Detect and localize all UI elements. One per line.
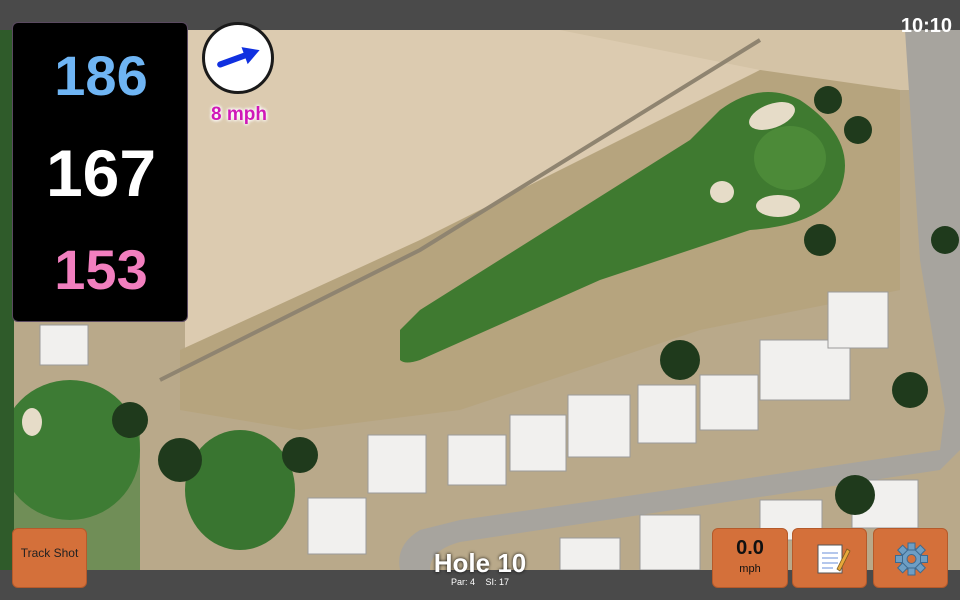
notes-button[interactable]	[792, 528, 867, 588]
wind-button-unit: mph	[739, 563, 761, 575]
gear-icon	[895, 542, 928, 576]
hole-info: Par: 4 SI: 17	[430, 577, 530, 587]
notepad-icon	[817, 544, 851, 574]
arrow-right-icon	[217, 47, 260, 68]
front-distance: 153	[54, 238, 148, 301]
wind-indicator[interactable]	[202, 22, 274, 94]
wind-button-value: 0.0	[736, 537, 764, 559]
settings-button[interactable]	[873, 528, 948, 588]
wind-speed-label: 8 mph	[211, 104, 267, 125]
hole-title: Hole 10	[433, 548, 527, 578]
track-shot-button[interactable]: Track Shot	[12, 528, 87, 588]
middle-distance: 167	[45, 136, 157, 210]
hole-par: Par: 4	[450, 577, 475, 587]
hole-stroke-index: SI: 17	[485, 577, 510, 587]
status-time: 10:10	[900, 15, 952, 37]
distance-panel: 186 167 153	[12, 22, 188, 322]
wind-speed-button[interactable]: 0.0 mph	[712, 528, 788, 588]
back-distance: 186	[54, 44, 148, 107]
